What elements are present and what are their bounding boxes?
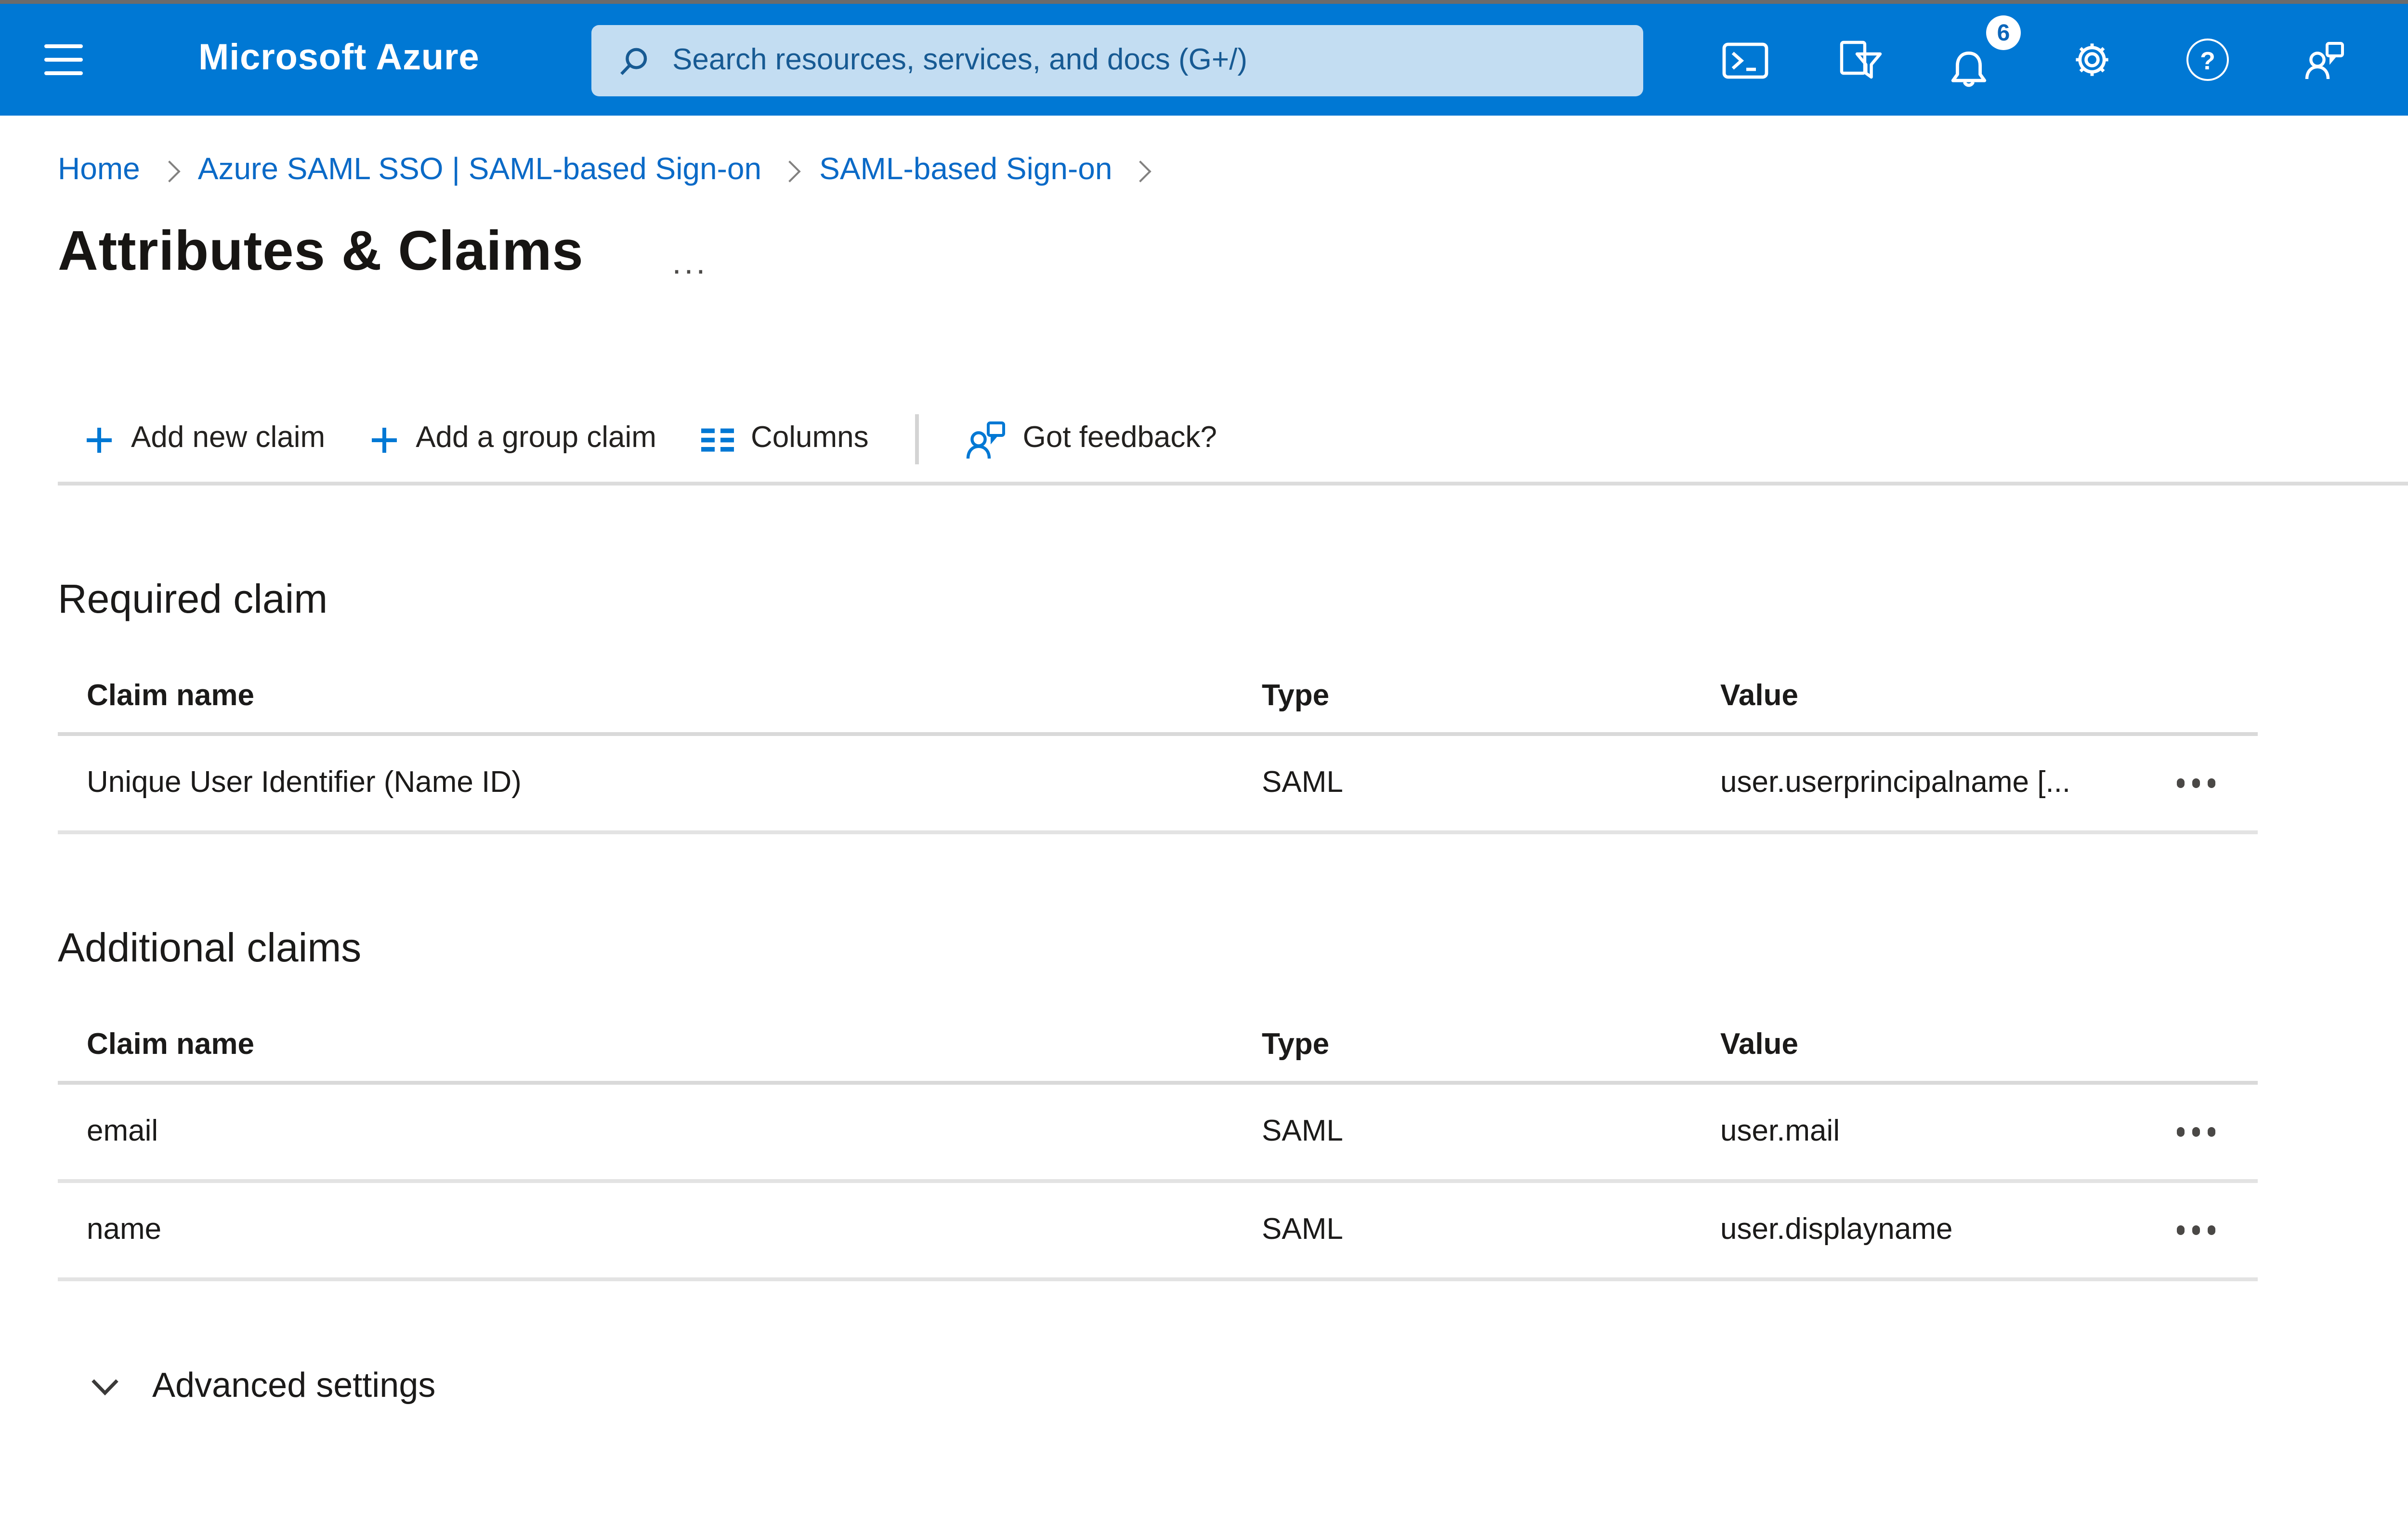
table-row[interactable]: name SAML user.displayname xyxy=(58,1183,2258,1281)
table-header-row: Claim name Type Value xyxy=(58,663,2258,736)
columns-icon xyxy=(700,427,733,451)
topbar: Microsoft Azure Search resources, servic… xyxy=(0,4,2408,116)
directory-filter-icon xyxy=(1839,39,1881,78)
table-header-row: Claim name Type Value xyxy=(58,1012,2258,1085)
help-icon: ? xyxy=(2186,39,2229,81)
settings-button[interactable] xyxy=(2034,4,2150,116)
breadcrumb-link-saml-signon[interactable]: SAML-based Sign-on xyxy=(819,154,1112,189)
chevron-right-icon xyxy=(158,160,180,183)
column-header-claim-name: Claim name xyxy=(87,1029,255,1062)
notifications-button[interactable]: 6 xyxy=(1919,4,2034,116)
azure-portal-page: Microsoft Azure Search resources, servic… xyxy=(0,0,2408,1524)
value-cell: user.mail xyxy=(1720,1115,1840,1147)
add-new-claim-label: Add new claim xyxy=(131,422,326,455)
hamburger-icon xyxy=(44,44,83,49)
required-claim-heading: Required claim xyxy=(58,578,328,622)
notification-badge: 6 xyxy=(1986,15,2021,50)
got-feedback-button[interactable]: Got feedback? xyxy=(965,419,1217,460)
plus-icon xyxy=(371,427,397,452)
brand-title[interactable]: Microsoft Azure xyxy=(198,39,480,81)
hamburger-menu-button[interactable] xyxy=(44,44,83,76)
page-title: Attributes & Claims xyxy=(58,221,584,282)
ellipsis-icon xyxy=(2176,1128,2185,1136)
ellipsis-icon xyxy=(2176,1226,2185,1235)
claim-name-cell: email xyxy=(87,1115,158,1147)
row-menu-button[interactable] xyxy=(2165,1112,2227,1152)
claim-name-cell: name xyxy=(87,1213,162,1246)
breadcrumb: Home Azure SAML SSO | SAML-based Sign-on… xyxy=(58,154,2408,189)
required-claim-section: Required claim Claim name Type Value Uni… xyxy=(0,578,2408,834)
add-new-claim-button[interactable]: Add new claim xyxy=(85,422,325,457)
feedback-person-icon xyxy=(966,420,1005,458)
column-header-type: Type xyxy=(1262,1029,1330,1062)
type-cell: SAML xyxy=(1262,1213,1343,1246)
global-search[interactable] xyxy=(591,23,1643,98)
add-group-claim-button[interactable]: Add a group claim xyxy=(369,422,656,457)
topbar-icon-group: 6 ? xyxy=(1688,4,2381,116)
value-cell: user.displayname xyxy=(1720,1213,1953,1246)
directories-filter-button[interactable] xyxy=(1803,4,1919,116)
toolbar-divider xyxy=(915,414,919,464)
plus-icon xyxy=(87,427,112,452)
chevron-right-icon xyxy=(779,160,801,183)
cloud-shell-button[interactable] xyxy=(1688,4,1803,116)
page-header: Attributes & Claims ... xyxy=(58,216,2408,289)
additional-claims-heading: Additional claims xyxy=(58,927,362,971)
breadcrumb-link-home[interactable]: Home xyxy=(58,154,140,189)
window-top-edge xyxy=(0,0,2408,4)
ellipsis-icon xyxy=(2176,779,2185,788)
table-row[interactable]: email SAML user.mail xyxy=(58,1085,2258,1183)
add-group-claim-label: Add a group claim xyxy=(416,422,656,455)
bell-icon xyxy=(1951,51,1987,86)
more-options-button[interactable]: ... xyxy=(672,246,708,278)
search-icon xyxy=(620,47,647,74)
search-input[interactable] xyxy=(668,23,1643,98)
claim-name-cell: Unique User Identifier (Name ID) xyxy=(87,766,522,799)
table-row[interactable]: Unique User Identifier (Name ID) SAML us… xyxy=(58,736,2258,834)
feedback-button[interactable] xyxy=(2265,4,2381,116)
column-header-type: Type xyxy=(1262,680,1330,713)
column-header-claim-name: Claim name xyxy=(87,680,255,713)
terminal-icon xyxy=(1722,41,1768,78)
columns-button[interactable]: Columns xyxy=(700,422,869,457)
feedback-person-icon xyxy=(2304,41,2343,79)
type-cell: SAML xyxy=(1262,766,1343,799)
row-menu-button[interactable] xyxy=(2165,763,2227,803)
gear-icon xyxy=(2076,43,2108,76)
required-claim-table: Claim name Type Value Unique User Identi… xyxy=(58,663,2258,834)
columns-label: Columns xyxy=(750,422,869,455)
advanced-settings-label: Advanced settings xyxy=(152,1366,436,1405)
column-header-value: Value xyxy=(1720,680,1798,713)
column-header-value: Value xyxy=(1720,1029,1798,1062)
command-bar: Add new claim Add a group claim Columns xyxy=(58,397,2408,486)
chevron-right-icon xyxy=(1130,160,1152,183)
got-feedback-label: Got feedback? xyxy=(1022,422,1217,455)
help-button[interactable]: ? xyxy=(2150,4,2265,116)
additional-claims-section: Additional claims Claim name Type Value … xyxy=(0,927,2408,1281)
chevron-down-icon xyxy=(92,1378,118,1395)
additional-claims-table: Claim name Type Value email SAML user.ma… xyxy=(58,1012,2258,1281)
row-menu-button[interactable] xyxy=(2165,1210,2227,1250)
breadcrumb-link-saml-sso[interactable]: Azure SAML SSO | SAML-based Sign-on xyxy=(198,154,761,189)
type-cell: SAML xyxy=(1262,1115,1343,1147)
value-cell: user.userprincipalname [... xyxy=(1720,766,2071,799)
advanced-settings-toggle[interactable]: Advanced settings xyxy=(91,1366,435,1406)
